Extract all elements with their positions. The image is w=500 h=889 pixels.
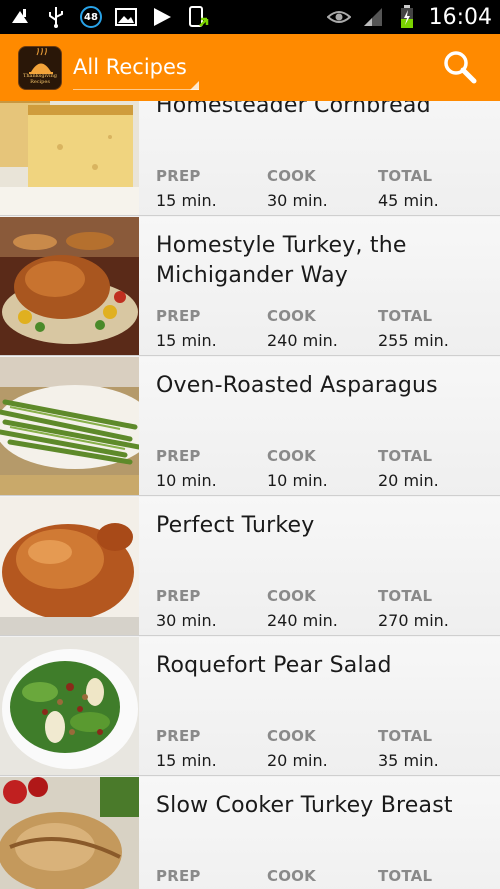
- total-time: 20 min.: [378, 471, 439, 490]
- cook-label: COOK: [267, 447, 316, 465]
- recipe-row[interactable]: Roquefort Pear Salad PREP 15 min. COOK 20 …: [0, 637, 500, 776]
- total-time: 255 min.: [378, 331, 449, 350]
- recipe-thumbnail: [0, 637, 139, 775]
- usb-icon: [44, 6, 68, 28]
- cook-label: COOK: [267, 727, 316, 745]
- recipe-title: Perfect Turkey: [156, 513, 315, 538]
- app-logo-text: Thanksgiving Recipes: [23, 73, 57, 85]
- recipe-list[interactable]: Homesteader Cornbread PREP 15 min. COOK 30…: [0, 101, 500, 889]
- total-label: TOTAL: [378, 867, 433, 885]
- recipe-filter-spinner[interactable]: All Recipes: [73, 46, 199, 94]
- play-store-icon: [150, 6, 174, 28]
- action-bar: Thanksgiving Recipes All Recipes: [0, 34, 500, 101]
- prep-time: 15 min.: [156, 751, 217, 770]
- total-label: TOTAL: [378, 587, 433, 605]
- gallery-icon: [114, 6, 138, 28]
- action-bar-title: All Recipes: [73, 55, 187, 79]
- app-logo[interactable]: Thanksgiving Recipes: [18, 46, 62, 90]
- prep-label: PREP: [156, 307, 201, 325]
- cook-time: 240 min.: [267, 611, 338, 630]
- recipe-title: Slow Cooker Turkey Breast: [156, 793, 453, 818]
- total-label: TOTAL: [378, 307, 433, 325]
- total-label: TOTAL: [378, 727, 433, 745]
- recipe-title: Oven-Roasted Asparagus: [156, 373, 438, 398]
- recipe-title: Roquefort Pear Salad: [156, 653, 392, 678]
- status-time: 16:04: [428, 4, 492, 30]
- recipe-row[interactable]: Slow Cooker Turkey Breast PREP COOK TOTA…: [0, 777, 500, 889]
- usb-debug-icon: [8, 6, 32, 28]
- battery-charging-icon: [395, 5, 419, 28]
- prep-time: 30 min.: [156, 611, 217, 630]
- recipe-row[interactable]: Perfect Turkey PREP 30 min. COOK 240 min. …: [0, 497, 500, 636]
- status-bar: 48 16:04: [0, 0, 500, 34]
- cook-time: 10 min.: [267, 471, 328, 490]
- recipe-row[interactable]: Oven-Roasted Asparagus PREP 10 min. COOK 1…: [0, 357, 500, 496]
- prep-label: PREP: [156, 867, 201, 885]
- recipe-thumbnail: [0, 777, 139, 889]
- cook-label: COOK: [267, 167, 316, 185]
- recipe-thumbnail: [0, 101, 139, 215]
- cook-time: 30 min.: [267, 191, 328, 210]
- recipe-row[interactable]: Homestyle Turkey, the Michigander Way PR…: [0, 217, 500, 356]
- prep-time: 10 min.: [156, 471, 217, 490]
- notification-count-badge: 48: [80, 6, 102, 28]
- total-time: 270 min.: [378, 611, 449, 630]
- eye-icon: [326, 6, 351, 28]
- total-time: 45 min.: [378, 191, 439, 210]
- cook-label: COOK: [267, 307, 316, 325]
- app-update-icon: [186, 6, 210, 28]
- total-time: 35 min.: [378, 751, 439, 770]
- cook-time: 240 min.: [267, 331, 338, 350]
- recipe-thumbnail: [0, 497, 139, 635]
- prep-label: PREP: [156, 587, 201, 605]
- signal-icon: [361, 6, 385, 28]
- recipe-row[interactable]: Homesteader Cornbread PREP 15 min. COOK 30…: [0, 101, 500, 216]
- prep-label: PREP: [156, 727, 201, 745]
- cook-time: 20 min.: [267, 751, 328, 770]
- recipe-thumbnail: [0, 357, 139, 495]
- total-label: TOTAL: [378, 167, 433, 185]
- prep-time: 15 min.: [156, 191, 217, 210]
- recipe-thumbnail: [0, 217, 139, 355]
- spinner-dropdown-icon: [190, 81, 199, 90]
- prep-label: PREP: [156, 167, 201, 185]
- total-label: TOTAL: [378, 447, 433, 465]
- cook-label: COOK: [267, 587, 316, 605]
- cook-label: COOK: [267, 867, 316, 885]
- search-button[interactable]: [440, 48, 480, 88]
- prep-time: 15 min.: [156, 331, 217, 350]
- spinner-underline: [73, 89, 199, 90]
- prep-label: PREP: [156, 447, 201, 465]
- search-icon: [444, 51, 477, 84]
- recipe-title: Homesteader Cornbread: [156, 101, 431, 118]
- recipe-title: Homestyle Turkey, the Michigander Way: [156, 233, 407, 288]
